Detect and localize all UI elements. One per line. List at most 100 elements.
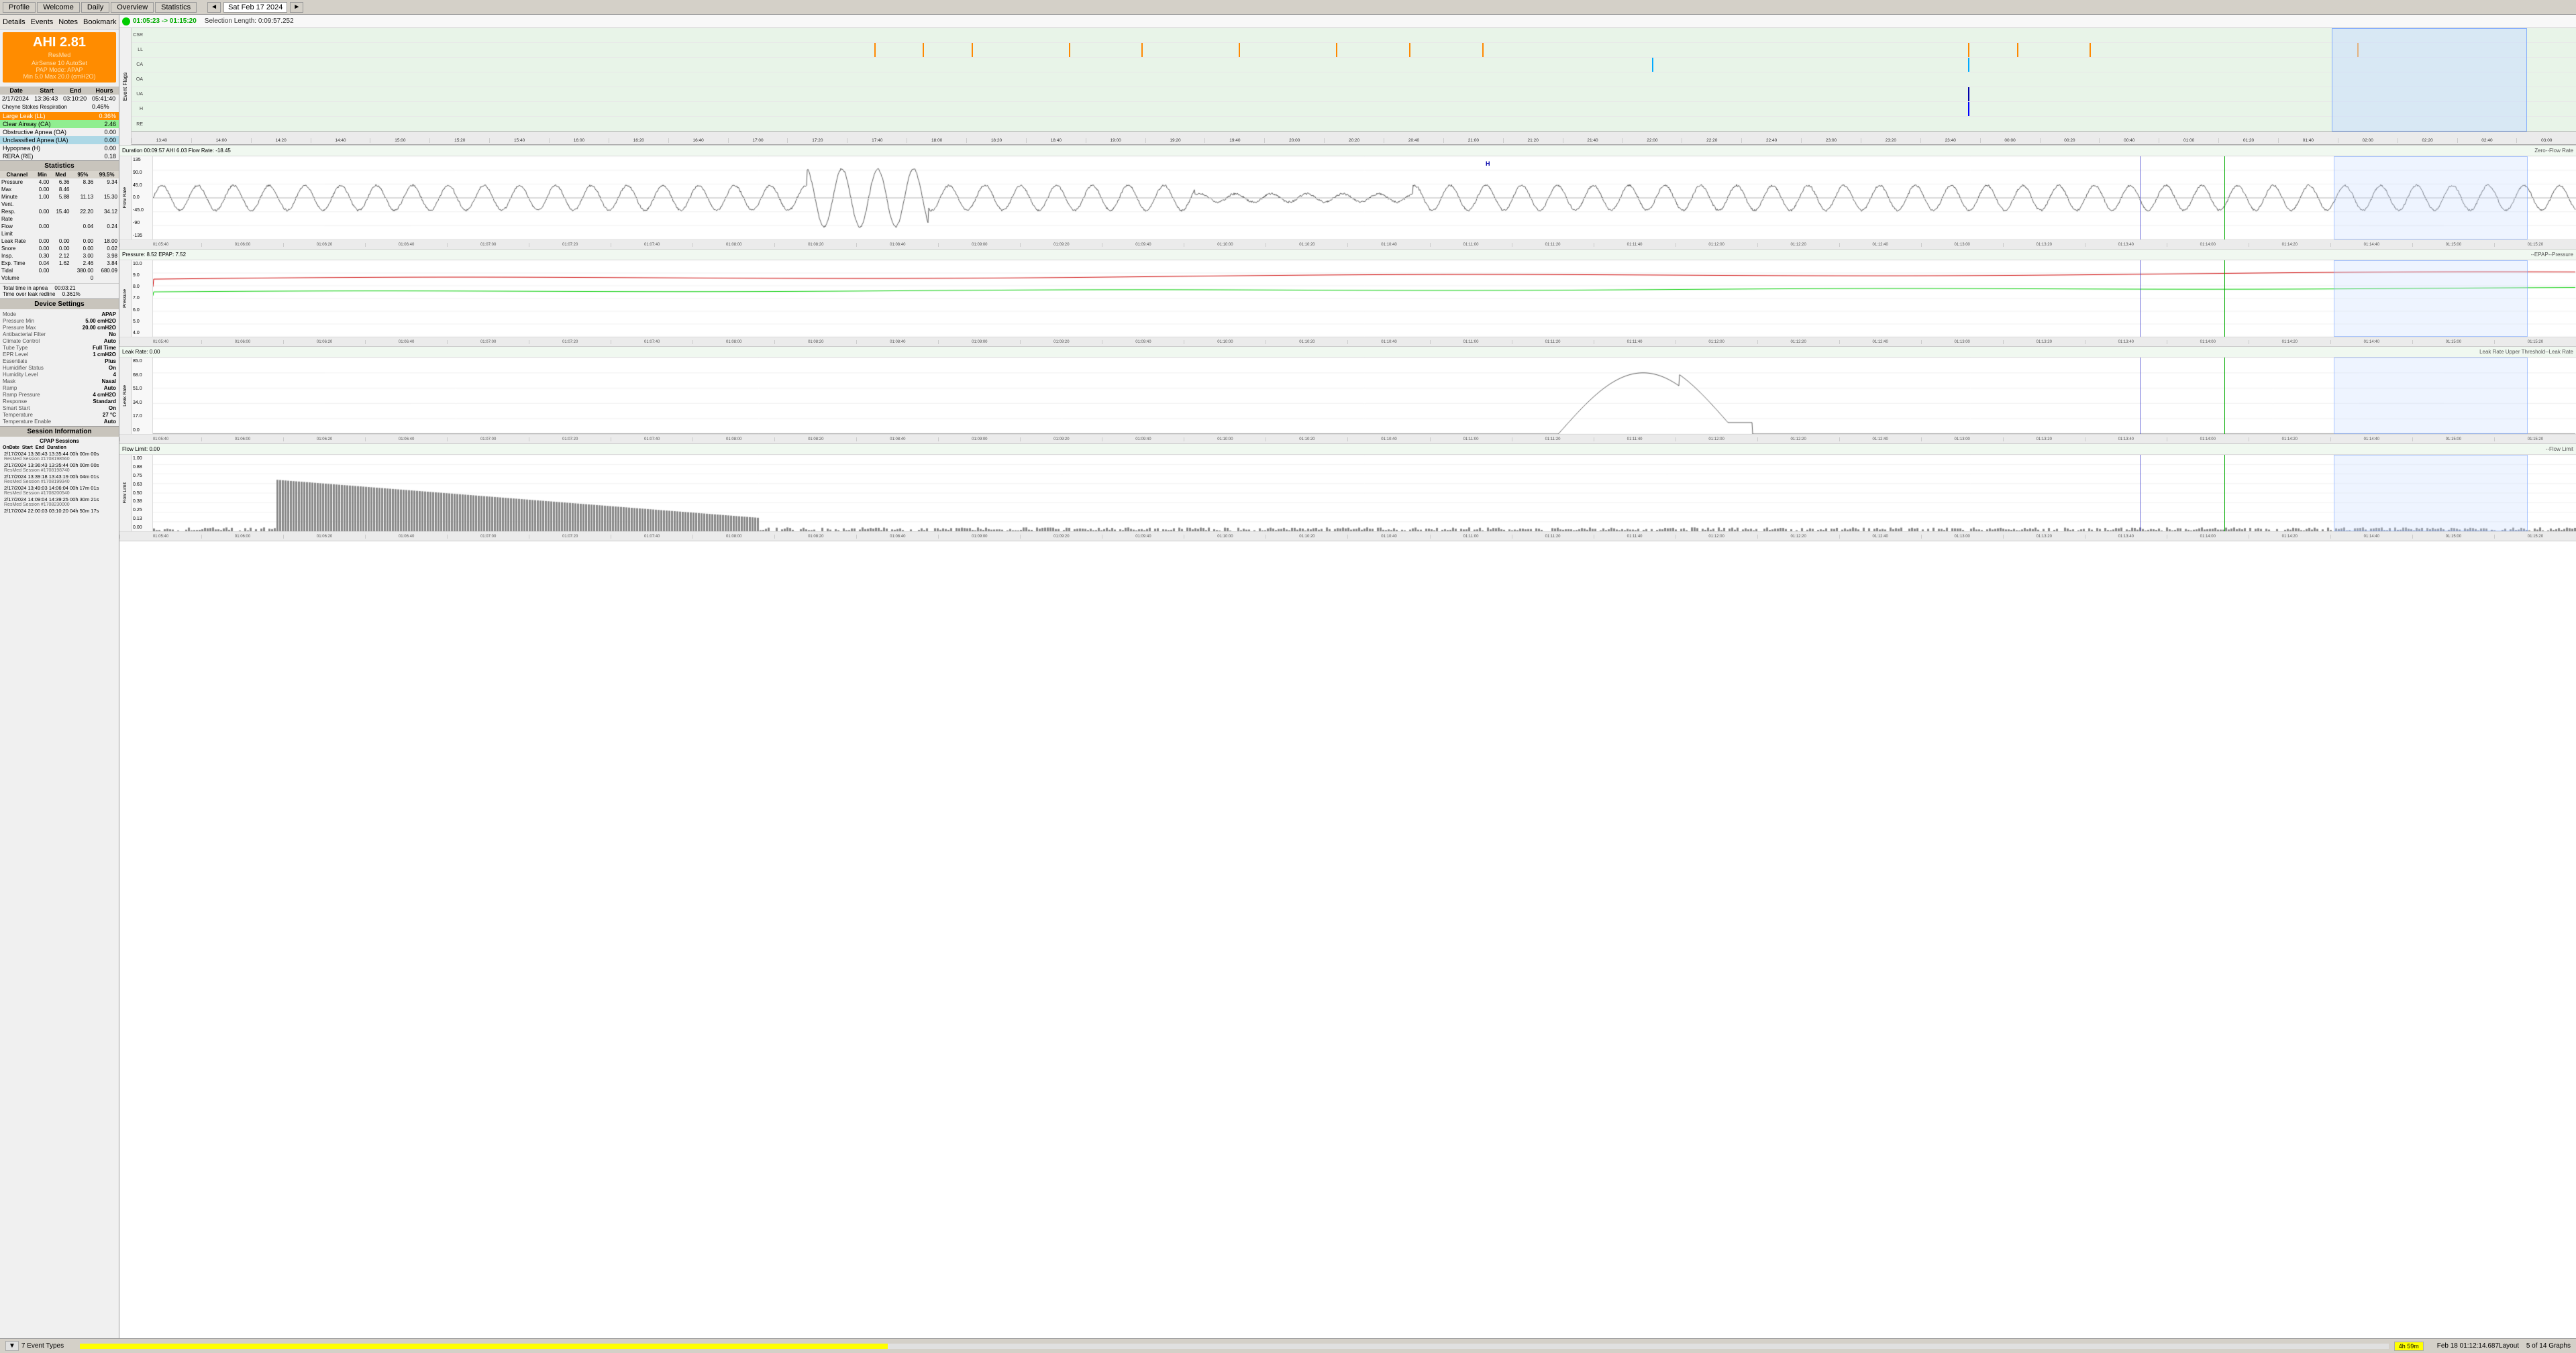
details-link[interactable]: Details bbox=[3, 18, 25, 26]
stats-col-channel: Channel bbox=[0, 171, 34, 178]
tab-profile[interactable]: Profile bbox=[3, 2, 36, 13]
event-types-label: 7 Event Types bbox=[21, 1342, 64, 1350]
tm-0100: 01:00 bbox=[2159, 138, 2218, 143]
fly-013: 0.13 bbox=[133, 517, 151, 521]
col-date: Date bbox=[0, 87, 32, 95]
flow-rate-timeline-marks: 01:05:40 01:06:00 01:06:20 01:06:40 01:0… bbox=[119, 243, 2576, 247]
ll-row: LL bbox=[132, 43, 2576, 58]
ua-label: UA bbox=[132, 92, 145, 97]
ll-mark-1 bbox=[874, 43, 876, 57]
tm-2100: 21:00 bbox=[1443, 138, 1503, 143]
stats-col-min: Min bbox=[34, 171, 51, 178]
event-flags-graph: Event Flags CSR LL bbox=[119, 28, 2576, 146]
event-flags-y-title: Event Flags bbox=[119, 28, 132, 145]
leak-rate-chart[interactable] bbox=[153, 358, 2576, 434]
stats-row-vent: Vent. bbox=[0, 201, 119, 208]
ahi-model: AirSense 10 AutoSet bbox=[5, 60, 113, 66]
tm-2320: 23:20 bbox=[1861, 138, 1920, 143]
tm-2000: 20:00 bbox=[1264, 138, 1324, 143]
obstructive-row: Obstructive Apnea (OA) 0.00 bbox=[0, 128, 119, 136]
obstructive-value: 0.00 bbox=[104, 129, 116, 136]
stats-row-flow: Flow0.000.040.24 bbox=[0, 223, 119, 230]
green-dot bbox=[122, 17, 130, 25]
bookmark-link[interactable]: Bookmark bbox=[83, 18, 117, 26]
next-date-button[interactable]: ► bbox=[290, 2, 303, 13]
tab-daily[interactable]: Daily bbox=[81, 2, 109, 13]
ca-row: CA bbox=[132, 58, 2576, 72]
flow-rate-chart[interactable]: H bbox=[153, 156, 2576, 239]
tm-1820: 18:20 bbox=[966, 138, 1026, 143]
pressure-green-line bbox=[2224, 260, 2225, 337]
fr-tm-6: 01:07:20 bbox=[529, 243, 611, 247]
tm-0020: 00:20 bbox=[2040, 138, 2100, 143]
time-range: 01:05:23 -> 01:15:20 bbox=[133, 17, 197, 25]
tm-1920: 19:20 bbox=[1145, 138, 1205, 143]
pressure-content: Pressure 10.0 9.0 8.0 7.0 6.0 5.0 4.0 bbox=[119, 260, 2576, 337]
leak-rate-selection bbox=[2334, 358, 2528, 434]
session-id-5: ResMed Session #1708230000 bbox=[4, 502, 115, 507]
ll-mark-3 bbox=[972, 43, 973, 57]
layout-label: Layout bbox=[2499, 1342, 2519, 1350]
rera-value: 0.18 bbox=[104, 153, 116, 160]
right-panel: 01:05:23 -> 01:15:20 Selection Length: 0… bbox=[119, 15, 2576, 1338]
pt-29: 01:15:00 bbox=[2412, 340, 2494, 344]
flow-limit-info-bar: Flow Limit: 0.00 --Flow Limit bbox=[119, 444, 2576, 455]
session-date-table: Date Start End Hours 2/17/2024 13:36:43 … bbox=[0, 87, 119, 111]
stats-row-tidal: Tidal0.00380.00680.09 bbox=[0, 267, 119, 274]
pt-24: 01:13:20 bbox=[2003, 340, 2085, 344]
pt-28: 01:14:40 bbox=[2330, 340, 2412, 344]
setting-mask: MaskNasal bbox=[3, 378, 116, 384]
lr-timeline-marks: 01:05:40 01:06:00 01:06:20 01:06:40 01:0… bbox=[119, 437, 2576, 441]
setting-pmax: Pressure Max20.00 cmH2O bbox=[3, 324, 116, 331]
stats-row-limit: Limit bbox=[0, 230, 119, 237]
fly-063: 0.63 bbox=[133, 482, 151, 487]
tab-statistics[interactable]: Statistics bbox=[155, 2, 197, 13]
fr-tm-27: 01:14:20 bbox=[2249, 243, 2330, 247]
flow-rate-content: Flow Rate 135 90.0 45.0 0.0 -45.0 -90 -1… bbox=[119, 156, 2576, 239]
flow-limit-chart[interactable] bbox=[153, 455, 2576, 531]
pt-17: 01:11:00 bbox=[1430, 340, 1512, 344]
large-leak-label: Large Leak (LL) bbox=[3, 113, 46, 119]
tm-2120: 21:20 bbox=[1503, 138, 1563, 143]
session-start: 13:36:43 bbox=[32, 95, 61, 103]
session-info-section: CPAP Sessions OnDateStartEndDuration 2/1… bbox=[0, 437, 119, 515]
ca-track bbox=[145, 58, 2576, 72]
tm-1440: 14:40 bbox=[311, 138, 370, 143]
py-6: 6.0 bbox=[133, 308, 151, 313]
event-types-dropdown[interactable]: ▼ bbox=[5, 1341, 19, 1351]
ca-label: CA bbox=[132, 62, 145, 67]
pressure-chart[interactable] bbox=[153, 260, 2576, 337]
flow-rate-cursor bbox=[2140, 156, 2141, 239]
h-track bbox=[145, 102, 2576, 116]
py-10: 10.0 bbox=[133, 262, 151, 266]
events-link[interactable]: Events bbox=[31, 18, 54, 26]
event-flags-content[interactable]: CSR LL bbox=[132, 28, 2576, 145]
pt-16: 01:10:40 bbox=[1347, 340, 1429, 344]
tm-0120: 01:20 bbox=[2218, 138, 2278, 143]
ll-mark-4 bbox=[1069, 43, 1070, 57]
fr-tm-10: 01:08:40 bbox=[856, 243, 938, 247]
ll-mark-8 bbox=[1409, 43, 1410, 57]
clear-airway-value: 2.46 bbox=[104, 121, 116, 127]
events-section: Large Leak (LL) 0.36% Clear Airway (CA) … bbox=[0, 112, 119, 160]
tab-welcome[interactable]: Welcome bbox=[37, 2, 80, 13]
notes-link[interactable]: Notes bbox=[58, 18, 78, 26]
prev-date-button[interactable]: ◄ bbox=[207, 2, 221, 13]
tm-2020: 20:20 bbox=[1324, 138, 1384, 143]
pt-3: 01:06:20 bbox=[283, 340, 365, 344]
flow-limit-canvas bbox=[153, 455, 2576, 531]
flow-limit-timeline: 01:05:40 01:06:00 01:06:20 01:06:40 01:0… bbox=[119, 531, 2576, 541]
graph-area[interactable]: Event Flags CSR LL bbox=[119, 28, 2576, 1338]
hypopnea-value: 0.00 bbox=[104, 145, 116, 152]
large-leak-row: Large Leak (LL) 0.36% bbox=[0, 112, 119, 120]
clear-airway-label: Clear Airway (CA) bbox=[3, 121, 51, 127]
setting-ramp: RampAuto bbox=[3, 384, 116, 391]
session-date: 2/17/2024 bbox=[0, 95, 32, 103]
tab-overview[interactable]: Overview bbox=[111, 2, 154, 13]
progress-bar[interactable] bbox=[80, 1344, 2389, 1349]
session-id-3: ResMed Session #1708199340 bbox=[4, 480, 115, 484]
py-9: 9.0 bbox=[133, 273, 151, 278]
event-types-section: ▼ 7 Event Types bbox=[5, 1341, 64, 1351]
leak-rate-info-right: Leak Rate Upper Threshold--Leak Rate bbox=[2479, 349, 2573, 355]
re-row: RE bbox=[132, 117, 2576, 131]
